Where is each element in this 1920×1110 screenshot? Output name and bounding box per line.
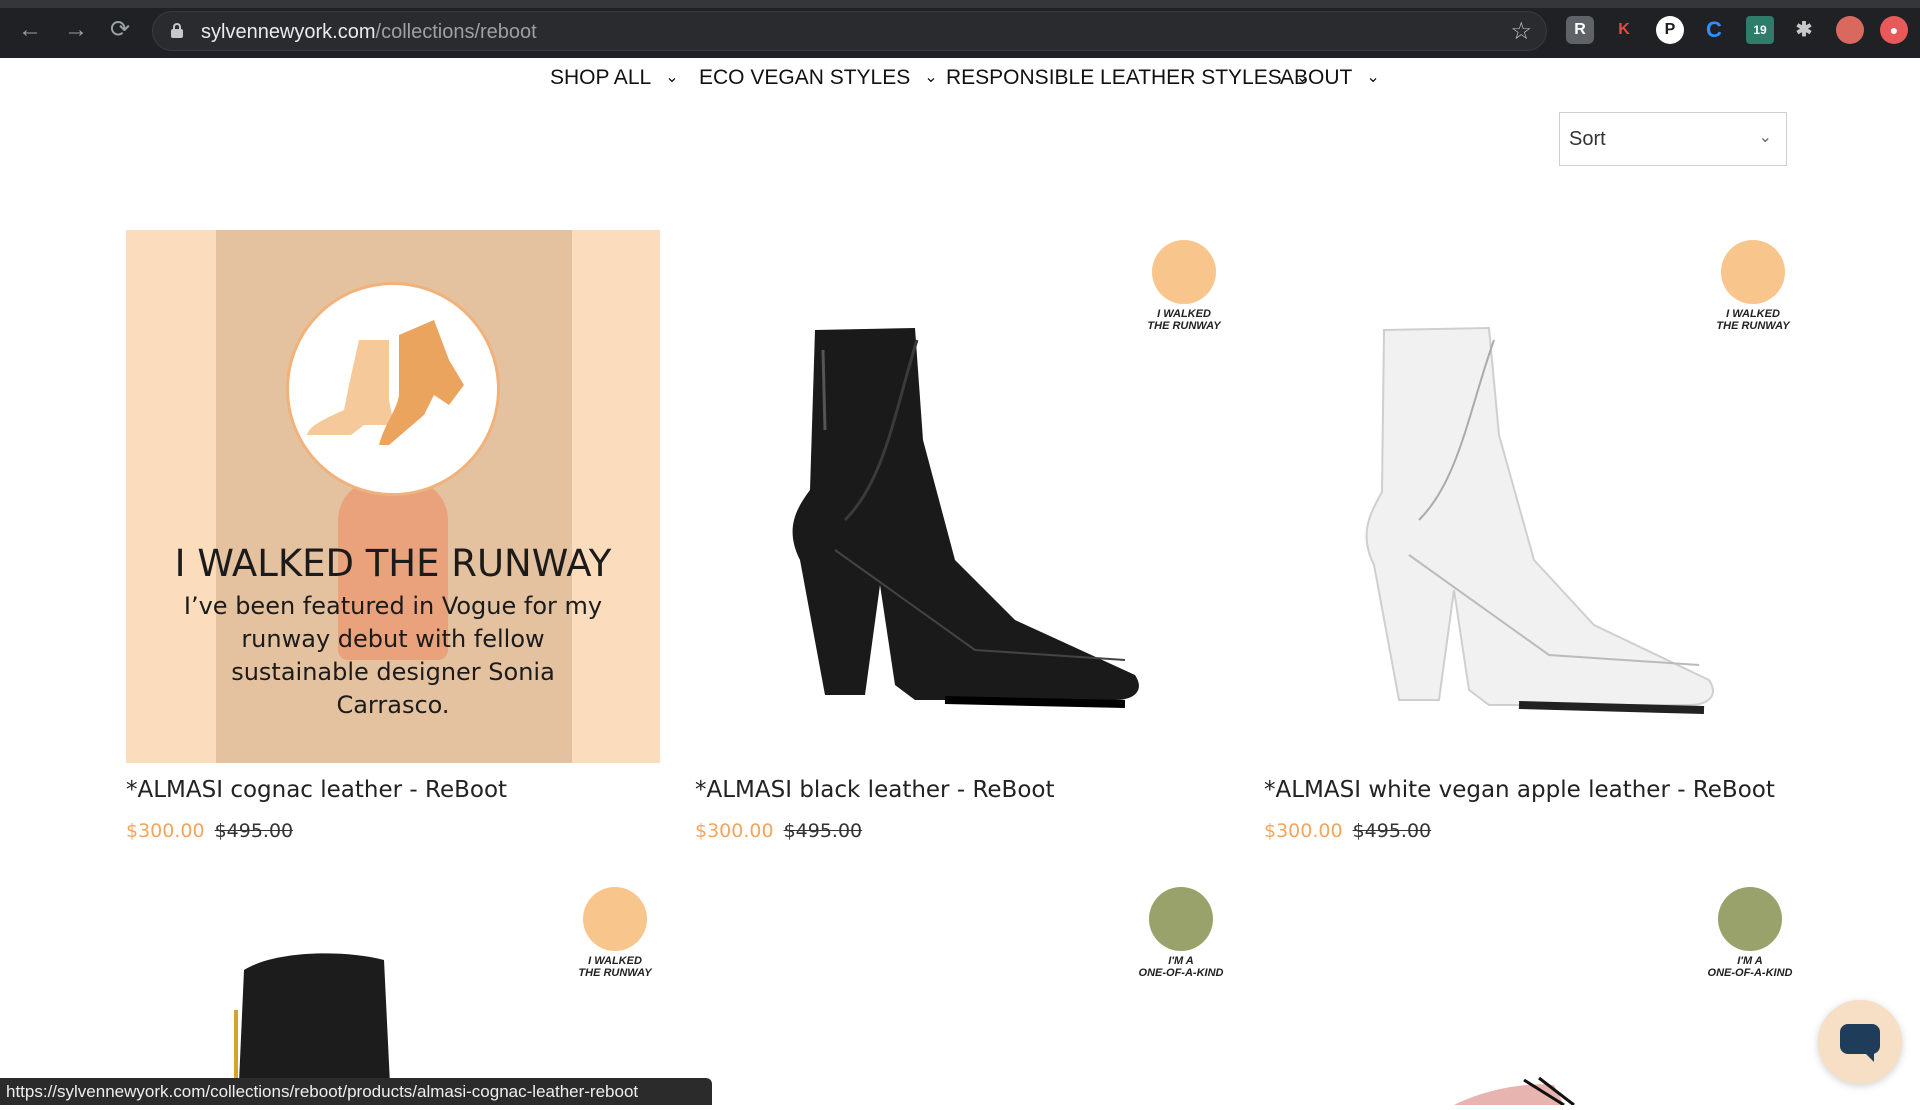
url-path: /collections/reboot	[375, 21, 537, 43]
badge-caption: I WALKED THE RUNWAY	[578, 955, 652, 979]
nav-eco-vegan-label: ECO VEGAN STYLES	[699, 66, 911, 89]
bookmark-star-icon[interactable]: ☆	[1510, 17, 1532, 46]
original-price: $495.00	[1352, 820, 1432, 842]
original-price: $495.00	[783, 820, 863, 842]
chat-bubble-icon	[1840, 1024, 1880, 1054]
badge-caption: I WALKED THE RUNWAY	[1147, 308, 1221, 332]
sort-select[interactable]: Sort ⌄	[1559, 112, 1787, 166]
nav-about-label: ABOUT	[1280, 66, 1353, 89]
product-title-black[interactable]: *ALMASI black leather - ReBoot	[695, 777, 1054, 803]
extension-k-icon[interactable]: K	[1610, 16, 1638, 44]
runway-boots-icon	[286, 282, 500, 496]
one-of-a-kind-badge: I'M A ONE-OF-A-KIND	[1137, 887, 1225, 987]
nav-responsible-leather-styles[interactable]: RESPONSIBLE LEATHER STYLES ⌄	[946, 66, 1309, 90]
calendar-icon[interactable]: 19	[1746, 16, 1774, 44]
extensions-puzzle-icon[interactable]: ✱	[1790, 16, 1818, 44]
chevron-down-icon: ⌄	[1366, 69, 1380, 86]
sort-label: Sort	[1569, 128, 1606, 150]
product-image-cognac[interactable]: I WALKED THE RUNWAY I’ve been featured i…	[126, 230, 660, 763]
chat-launcher-button[interactable]	[1818, 1000, 1902, 1084]
reload-icon[interactable]: ⟳	[104, 14, 136, 46]
extension-red-icon[interactable]: ●	[1880, 16, 1908, 44]
boots-badge-icon	[1152, 240, 1216, 304]
forward-icon[interactable]: →	[60, 14, 92, 46]
sale-price: $300.00	[695, 820, 774, 842]
leaf-badge-icon	[1149, 887, 1213, 951]
browser-toolbar: ← → ⟳ sylvennewyork.com/collections/rebo…	[0, 0, 1920, 58]
product-title-white[interactable]: *ALMASI white vegan apple leather - ReBo…	[1264, 777, 1775, 803]
boots-badge-icon	[1721, 240, 1785, 304]
original-price: $495.00	[214, 820, 294, 842]
promo-title: I WALKED THE RUNWAY	[174, 542, 612, 585]
runway-badge: I WALKED THE RUNWAY	[1709, 240, 1797, 340]
back-icon[interactable]: ←	[14, 14, 46, 46]
badge-caption: I WALKED THE RUNWAY	[1716, 308, 1790, 332]
url-text[interactable]: sylvennewyork.com/collections/reboot	[201, 21, 537, 44]
nav-shop-all[interactable]: SHOP ALL ⌄	[550, 66, 679, 90]
profile-avatar[interactable]	[1836, 16, 1864, 44]
product-price-black: $300.00 $495.00	[695, 820, 862, 842]
boots-badge-icon	[583, 887, 647, 951]
badge-caption: I'M A ONE-OF-A-KIND	[1138, 955, 1224, 979]
nav-eco-vegan-styles[interactable]: ECO VEGAN STYLES ⌄	[699, 66, 938, 90]
extension-r-icon[interactable]: R	[1566, 16, 1594, 44]
product-title-cognac[interactable]: *ALMASI cognac leather - ReBoot	[126, 777, 507, 803]
link-status-bar: https://sylvennewyork.com/collections/re…	[0, 1078, 712, 1105]
chevron-down-icon: ⌄	[665, 69, 679, 86]
runway-badge: I WALKED THE RUNWAY	[1140, 240, 1228, 340]
pinterest-icon[interactable]: P	[1656, 16, 1684, 44]
main-navigation: SHOP ALL ⌄ ECO VEGAN STYLES ⌄ RESPONSIBLE …	[0, 58, 1920, 102]
product-price-white: $300.00 $495.00	[1264, 820, 1431, 842]
nav-responsible-leather-label: RESPONSIBLE LEATHER STYLES	[946, 66, 1282, 89]
chat-bubble-tail	[1862, 1050, 1874, 1062]
nav-about[interactable]: ABOUT ⌄	[1280, 66, 1380, 90]
url-host: sylvennewyork.com	[201, 21, 376, 43]
address-bar[interactable]: sylvennewyork.com/collections/reboot ☆	[152, 11, 1547, 51]
badge-caption: I'M A ONE-OF-A-KIND	[1707, 955, 1793, 979]
product-image-row2-3[interactable]	[1264, 1060, 1798, 1107]
leaf-badge-icon	[1718, 887, 1782, 951]
tab-strip	[0, 0, 1920, 8]
promo-description: I’ve been featured in Vogue for my runwa…	[183, 592, 603, 719]
product-price-cognac: $300.00 $495.00	[126, 820, 293, 842]
nav-shop-all-label: SHOP ALL	[550, 66, 652, 89]
chevron-down-icon: ⌄	[1758, 129, 1772, 146]
sale-price: $300.00	[1264, 820, 1343, 842]
sale-price: $300.00	[126, 820, 205, 842]
lock-icon	[171, 23, 183, 39]
one-of-a-kind-badge: I'M A ONE-OF-A-KIND	[1706, 887, 1794, 987]
runway-badge: I WALKED THE RUNWAY	[571, 887, 659, 987]
extension-c-icon[interactable]: C	[1700, 16, 1728, 44]
chevron-down-icon: ⌄	[924, 69, 938, 86]
